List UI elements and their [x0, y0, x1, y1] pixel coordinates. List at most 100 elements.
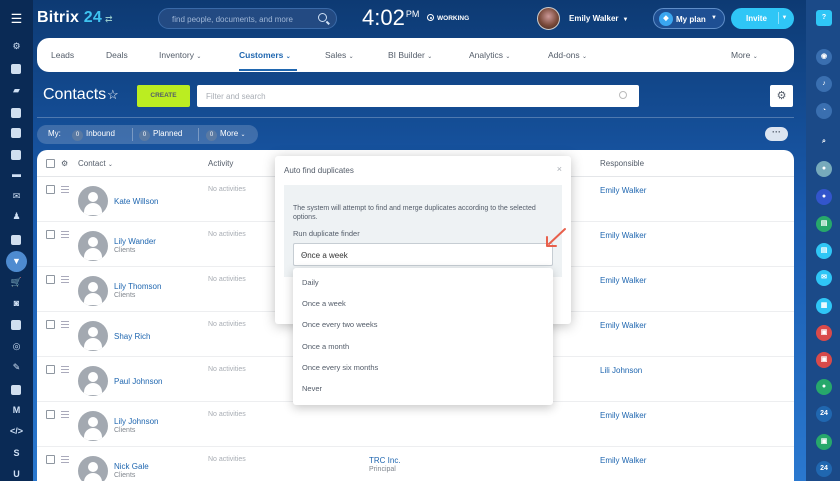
more-options-button[interactable]: ···	[765, 127, 788, 141]
row-menu-icon[interactable]	[61, 321, 69, 328]
user-icon[interactable]: ●	[816, 379, 832, 395]
calendar-icon[interactable]	[11, 128, 21, 138]
left-rail-letter-s[interactable]: S	[10, 447, 23, 460]
mail-icon[interactable]: ✉	[10, 190, 23, 203]
nav-item-customers[interactable]: Customers ⌄	[239, 50, 291, 60]
duplicate-finder-frequency-select[interactable]: Once a week ⌄	[293, 243, 553, 266]
responsible-name[interactable]: Emily Walker	[600, 411, 646, 420]
bell-icon[interactable]: ♪	[816, 76, 832, 92]
sign-icon[interactable]: ✎	[10, 361, 23, 374]
chat-bubble-icon[interactable]: ✉	[816, 270, 832, 286]
documents-icon[interactable]	[11, 150, 21, 160]
filter-search-input[interactable]: Filter and search	[197, 85, 639, 107]
storage-icon[interactable]	[11, 385, 21, 395]
row-menu-icon[interactable]	[61, 276, 69, 283]
nav-item-analytics[interactable]: Analytics ⌄	[469, 50, 510, 60]
nav-item-inventory[interactable]: Inventory ⌄	[159, 50, 201, 60]
contact-name[interactable]: Lily Wander	[114, 237, 156, 246]
contact-center-icon[interactable]	[11, 235, 21, 245]
row-menu-icon[interactable]	[61, 456, 69, 463]
option-daily[interactable]: Daily	[302, 278, 319, 287]
responsible-name[interactable]: Emily Walker	[600, 321, 646, 330]
row-checkbox[interactable]	[46, 230, 55, 239]
settings-gear-button[interactable]: ⚙	[770, 85, 793, 107]
responsible-name[interactable]: Lili Johnson	[600, 366, 642, 375]
copilot-icon[interactable]: ◉	[816, 49, 832, 65]
contact-avatar-2[interactable]: ●	[816, 189, 832, 205]
help-icon[interactable]: ?	[816, 10, 832, 26]
bitrix-chat-icon[interactable]: 24	[816, 406, 832, 422]
nav-item-add-ons[interactable]: Add-ons ⌄	[548, 50, 587, 60]
row-checkbox[interactable]	[46, 410, 55, 419]
tasks-icon[interactable]	[11, 108, 21, 118]
chat-icon[interactable]: ▰	[10, 84, 23, 97]
user-avatar[interactable]	[537, 7, 560, 30]
inventory-icon[interactable]	[11, 320, 21, 330]
responsible-name[interactable]: Emily Walker	[600, 456, 646, 465]
contact-avatar-1[interactable]: ●	[816, 161, 832, 177]
crm-filter-icon[interactable]: ▼	[10, 255, 23, 268]
responsible-name[interactable]: Emily Walker	[600, 276, 646, 285]
select-all-checkbox[interactable]	[46, 159, 55, 168]
contact-name[interactable]: Paul Johnson	[114, 377, 162, 386]
option-once-every-two-weeks[interactable]: Once every two weeks	[302, 320, 377, 329]
company-name[interactable]: TRC Inc.	[369, 456, 401, 465]
nav-item-deals[interactable]: Deals	[106, 50, 128, 60]
nav-item-more[interactable]: More ⌄	[731, 50, 758, 60]
shop-icon[interactable]: 🛒	[10, 276, 23, 289]
create-button[interactable]: CREATE	[137, 85, 190, 107]
app-logo[interactable]: Bitrix 24 ⇄	[37, 9, 113, 27]
row-menu-icon[interactable]	[61, 231, 69, 238]
responsible-name[interactable]: Emily Walker	[600, 231, 646, 240]
chat-contact-icon-2[interactable]: ▤	[816, 243, 832, 259]
row-menu-icon[interactable]	[61, 186, 69, 193]
swap-icon[interactable]: ⇄	[105, 14, 113, 24]
robot-icon[interactable]: ◙	[10, 297, 23, 310]
search-icon[interactable]	[318, 13, 327, 22]
row-checkbox[interactable]	[46, 275, 55, 284]
option-never[interactable]: Never	[302, 384, 322, 393]
contact-name[interactable]: Lily Thomson	[114, 282, 161, 291]
drive-icon[interactable]: ▬	[10, 168, 23, 181]
search-icon[interactable]	[619, 91, 627, 99]
option-once-a-week[interactable]: Once a week	[302, 299, 346, 308]
option-once-every-six-months[interactable]: Once every six months	[302, 363, 378, 372]
global-search-input[interactable]: find people, documents, and more	[158, 8, 337, 29]
invite-button[interactable]: Invite ▼	[731, 8, 794, 29]
target-icon[interactable]: ◎	[10, 340, 23, 353]
row-checkbox[interactable]	[46, 185, 55, 194]
lock-icon-2[interactable]: ▣	[816, 352, 832, 368]
calendar-chat-icon[interactable]: ▦	[816, 298, 832, 314]
feed-icon[interactable]	[11, 64, 21, 74]
left-rail-letter-u[interactable]: U	[10, 468, 23, 481]
row-checkbox[interactable]	[46, 365, 55, 374]
working-status[interactable]: WORKING	[427, 14, 469, 22]
column-header-responsible[interactable]: Responsible	[600, 159, 644, 168]
contact-name[interactable]: Nick Gale	[114, 462, 149, 471]
chat-contact-icon[interactable]: ▤	[816, 216, 832, 232]
column-settings-gear-icon[interactable]: ⚙	[61, 159, 68, 168]
row-checkbox[interactable]	[46, 320, 55, 329]
row-checkbox[interactable]	[46, 455, 55, 464]
star-icon[interactable]: ☆	[107, 87, 119, 103]
row-menu-icon[interactable]	[61, 366, 69, 373]
chevron-down-icon[interactable]: ▼	[778, 12, 790, 24]
menu-icon[interactable]: ☰	[0, 0, 33, 38]
nav-item-leads[interactable]: Leads	[51, 50, 74, 60]
column-header-contact[interactable]: Contact ⌄	[78, 159, 113, 168]
automation-icon[interactable]: M	[10, 404, 23, 417]
option-once-a-month[interactable]: Once a month	[302, 342, 349, 351]
contact-name[interactable]: Kate Willson	[114, 197, 158, 206]
lock-green-icon[interactable]: ▣	[816, 434, 832, 450]
my-plan-button[interactable]: ◆ My plan ▼	[653, 8, 725, 29]
bitrix-chat-icon-2[interactable]: 24	[816, 461, 832, 477]
timeline-icon[interactable]: ◔	[816, 103, 832, 119]
nav-item-sales[interactable]: Sales ⌄	[325, 50, 354, 60]
contact-name[interactable]: Lily Johnson	[114, 417, 158, 426]
contact-name[interactable]: Shay Rich	[114, 332, 150, 341]
row-menu-icon[interactable]	[61, 411, 69, 418]
responsible-name[interactable]: Emily Walker	[600, 186, 646, 195]
user-menu[interactable]: Emily Walker ▼	[569, 14, 628, 23]
close-icon[interactable]: ×	[557, 164, 562, 174]
code-icon[interactable]: </>	[10, 425, 23, 438]
